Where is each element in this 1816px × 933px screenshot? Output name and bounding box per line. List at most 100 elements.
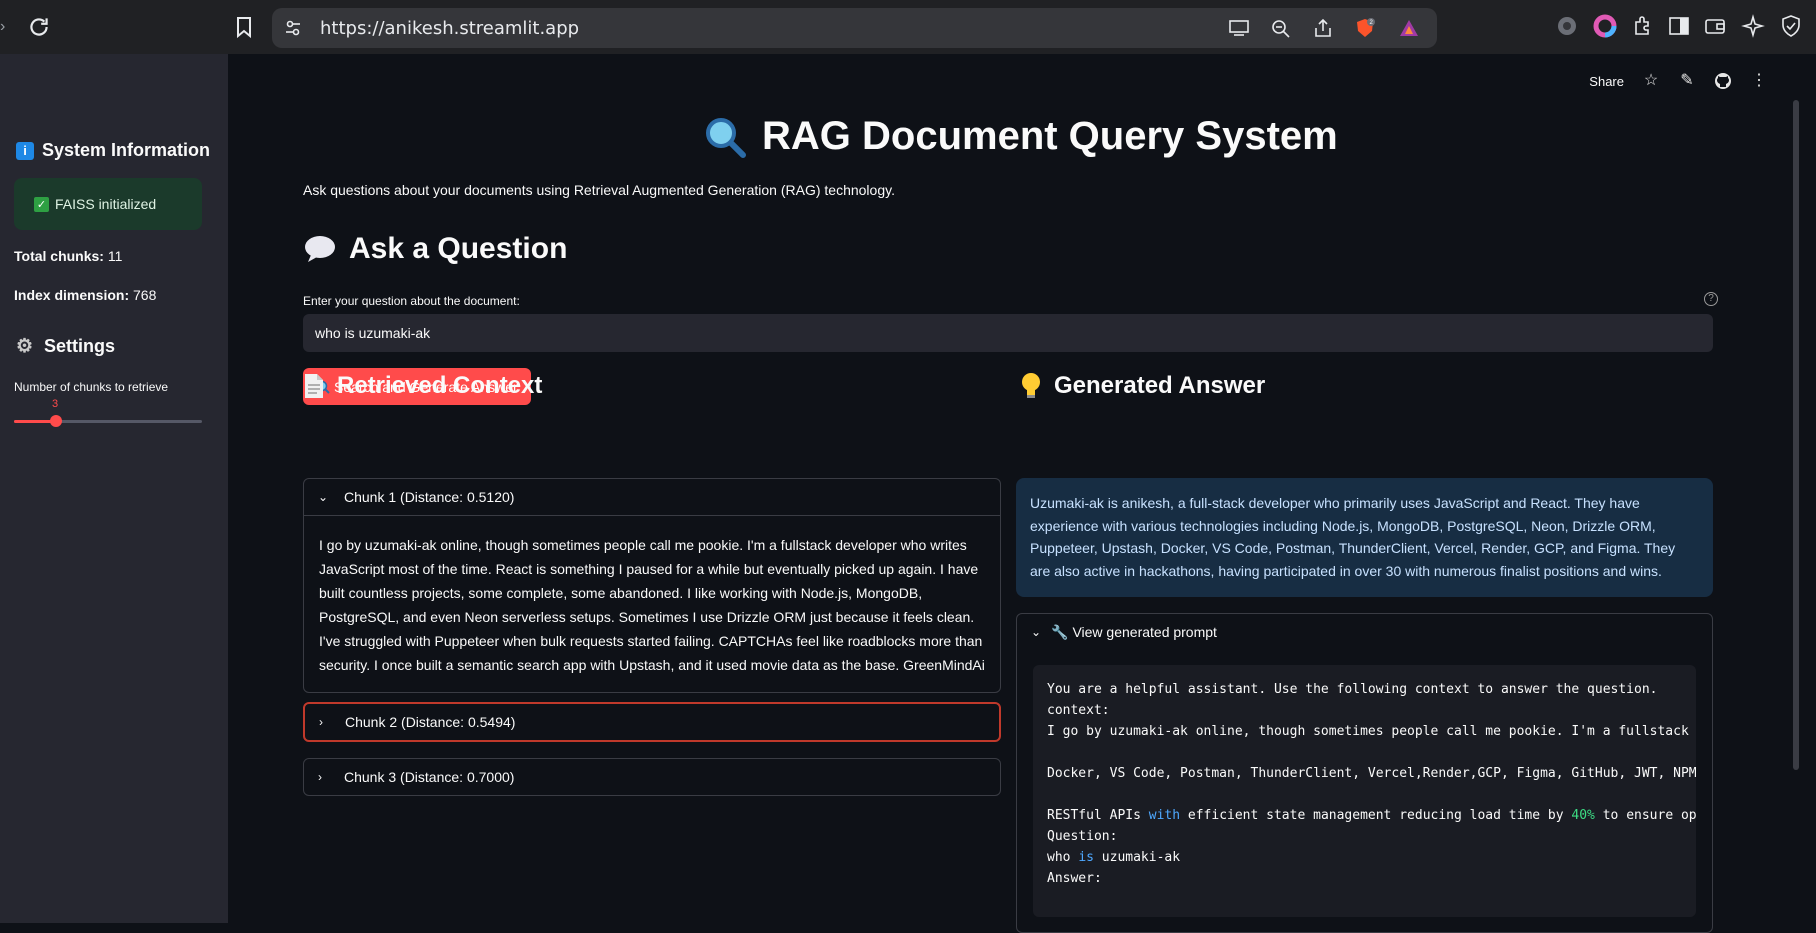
gear-icon: ⚙ [16,335,34,357]
star-icon[interactable]: ☆ [1642,72,1660,90]
install-app-icon[interactable] [1228,18,1250,38]
app-toolbar: Share ☆ ✎ ⋮ [1589,72,1768,90]
forward-icon[interactable]: › [0,18,10,36]
bookmark-icon[interactable] [232,14,256,40]
chunk-1-label: Chunk 1 (Distance: 0.5120) [344,489,515,505]
magnifier-icon [706,117,746,158]
question-input[interactable] [303,314,1713,352]
status-text: FAISS initialized [55,196,157,212]
slider-value: 3 [52,398,59,410]
wrench-icon: 🔧 [1051,623,1069,640]
code-line: Docker, VS Code, Postman, ThunderClient,… [1047,766,1696,781]
answer-box: Uzumaki-ak is anikesh, a full-stack deve… [1016,478,1713,597]
chunks-slider[interactable] [14,415,202,427]
sidebar: i System Information ✓ FAISS initialized… [0,54,228,923]
code-keyword: is [1078,850,1094,865]
lightbulb-icon [1022,373,1040,398]
chevron-down-icon: ⌄ [1031,625,1042,639]
chunk-3-header[interactable]: › Chunk 3 (Distance: 0.7000) [304,759,1000,795]
shield-menu-icon[interactable] [1779,14,1803,38]
code-line: RESTful APIs with efficient state manage… [1047,805,1696,826]
help-icon[interactable]: ? [1704,292,1718,306]
brave-shield-icon[interactable]: 2 [1354,18,1376,38]
generated-answer-title: Generated Answer [1054,372,1266,399]
zoom-icon[interactable] [1270,18,1292,38]
total-chunks-label: Total chunks: [14,248,104,264]
code-line: Question: [1047,829,1118,844]
chunk-1-expander: ⌄ Chunk 1 (Distance: 0.5120) I go by uzu… [303,478,1001,693]
status-alert: ✓ FAISS initialized [14,178,202,230]
edit-icon[interactable]: ✎ [1678,72,1696,90]
chunk-2-expander: › Chunk 2 (Distance: 0.5494) [303,702,1001,742]
chunk-3-expander: › Chunk 3 (Distance: 0.7000) [303,758,1001,796]
scrollbar-thumb[interactable] [1793,100,1799,770]
prompt-toggle-label: View generated prompt [1072,624,1217,640]
chunk-1-content: I go by uzumaki-ak online, though someti… [304,515,1000,692]
share-button[interactable]: Share [1589,74,1624,89]
system-info-title: System Information [42,140,211,160]
retrieved-context-heading: Retrieved Context [303,372,542,400]
code-line: I go by uzumaki-ak online, though someti… [1047,724,1689,739]
brave-rewards-icon[interactable] [1398,18,1420,38]
leo-ai-icon[interactable] [1741,14,1765,38]
index-dimension: Index dimension: 768 [14,287,156,303]
retrieved-context-title: Retrieved Context [337,372,543,399]
code-keyword: with [1148,808,1181,823]
chunk-1-header[interactable]: ⌄ Chunk 1 (Distance: 0.5120) [304,479,1000,515]
ask-question-heading: Ask a Question [303,232,567,266]
total-chunks-value: 11 [107,248,123,264]
github-icon[interactable] [1714,72,1732,90]
chevron-right-icon: › [318,770,322,784]
question-input-label: Enter your question about the document: [303,294,520,308]
code-line: Answer: [1047,871,1102,886]
code-token: to ensure op [1594,808,1696,823]
check-icon: ✓ [34,196,49,212]
speech-bubble-icon [305,236,335,262]
code-line: who is uzumaki-ak [1047,847,1684,868]
page-subtitle: Ask questions about your documents using… [303,182,895,198]
vpn-extension-icon[interactable] [1555,14,1579,38]
color-extension-icon[interactable] [1593,14,1617,38]
chunk-2-label: Chunk 2 (Distance: 0.5494) [345,714,516,730]
extensions-puzzle-icon[interactable] [1631,14,1655,38]
url-text[interactable]: https://anikesh.streamlit.app [320,18,579,39]
main-content: Share ☆ ✎ ⋮ RAG Document Query System As… [228,54,1788,933]
code-line: context: [1047,703,1110,718]
prompt-expander: ⌄ 🔧 View generated prompt You are a help… [1016,613,1713,933]
document-icon [305,374,323,398]
page-title: RAG Document Query System [704,114,1338,159]
prompt-code-block: You are a helpful assistant. Use the fol… [1033,665,1696,917]
share-page-icon[interactable] [1312,18,1334,38]
system-info-heading: i System Information [16,140,210,161]
wallet-icon[interactable] [1703,14,1727,38]
chunk-2-header[interactable]: › Chunk 2 (Distance: 0.5494) [305,704,999,740]
code-token: who [1047,850,1079,865]
title-text: RAG Document Query System [762,114,1338,158]
chunk-3-label: Chunk 3 (Distance: 0.7000) [344,769,515,785]
code-token: RESTful APIs [1047,808,1149,823]
info-icon: i [16,141,34,160]
prompt-expander-header[interactable]: ⌄ 🔧 View generated prompt [1017,614,1712,650]
settings-heading: ⚙ Settings [16,336,115,357]
chevron-right-icon: › [319,715,323,729]
reload-icon[interactable] [26,14,52,40]
sidebar-toggle-icon[interactable] [1667,14,1691,38]
address-bar[interactable]: https://anikesh.streamlit.app 2 [272,8,1437,48]
browser-toolbar: › https://anikesh.streamlit.app 2 [0,0,1816,54]
settings-title: Settings [44,336,116,356]
slider-label: Number of chunks to retrieve [14,380,169,394]
index-dim-value: 768 [133,287,157,303]
code-token: uzumaki-ak [1093,850,1181,865]
code-number: 40% [1571,808,1595,823]
index-dim-label: Index dimension: [14,287,130,303]
chevron-down-icon: ⌄ [318,490,329,504]
more-menu-icon[interactable]: ⋮ [1750,72,1768,90]
code-line: You are a helpful assistant. Use the fol… [1047,682,1658,697]
site-settings-icon[interactable] [284,19,302,37]
slider-thumb[interactable] [49,415,62,427]
total-chunks: Total chunks: 11 [14,248,122,264]
code-token: efficient state management reducing load… [1180,808,1572,823]
generated-answer-heading: Generated Answer [1020,372,1265,400]
